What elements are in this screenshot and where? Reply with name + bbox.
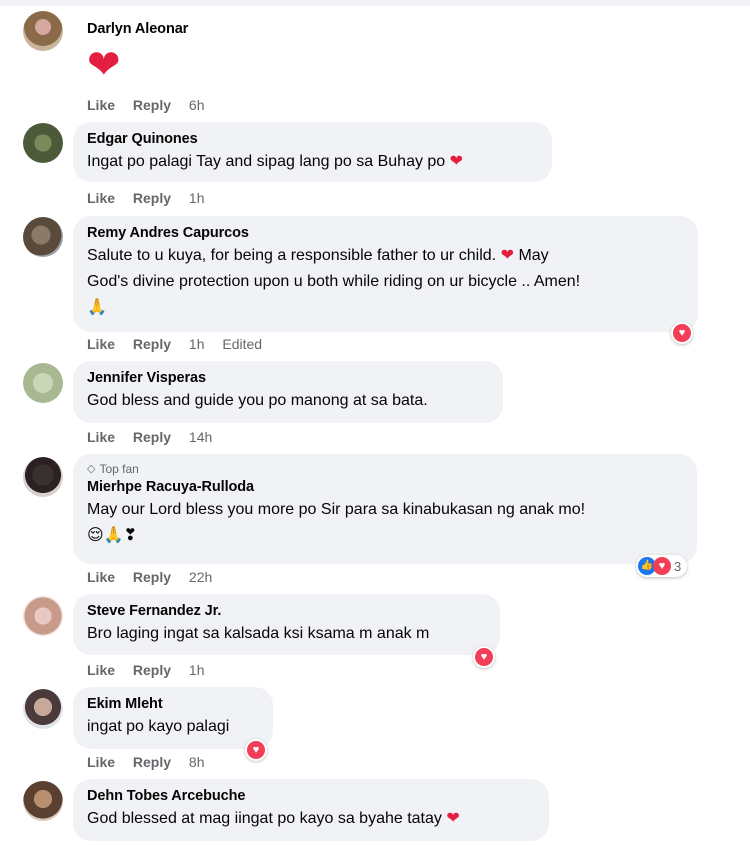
comment-bubble: Dehn Tobes Arcebuche God blessed at mag … (73, 779, 549, 841)
heart-icon: ♥ (247, 741, 265, 759)
comment-text: Salute to u kuya, for being a responsibl… (87, 247, 497, 264)
comment-time[interactable]: 6h (189, 97, 205, 113)
reply-button[interactable]: Reply (133, 662, 171, 678)
reply-button[interactable]: Reply (133, 190, 171, 206)
like-button[interactable]: Like (87, 429, 115, 445)
comment-author[interactable]: Mierhpe Racuya-Rulloda (87, 478, 683, 497)
comment-author[interactable]: Jennifer Visperas (87, 369, 489, 388)
comment-author[interactable]: Darlyn Aleonar (87, 20, 188, 39)
like-button[interactable]: Like (87, 97, 115, 113)
like-button[interactable]: Like (87, 662, 115, 678)
comment-bubble: Darlyn Aleonar ❤ (73, 12, 202, 94)
diamond-icon: ◇ (87, 463, 96, 475)
reply-button[interactable]: Reply (133, 336, 171, 352)
reaction-count: 3 (674, 558, 682, 574)
like-button[interactable]: Like (87, 336, 115, 352)
reaction-summary[interactable]: 👍 ♥ 3 (636, 555, 688, 577)
comment-actions: Like Reply 1h (87, 189, 219, 207)
avatar[interactable] (23, 11, 63, 51)
heart-icon: ♥ (475, 648, 493, 666)
heart-emoji-icon: ❤ (449, 153, 464, 170)
avatar[interactable] (23, 781, 63, 821)
comment-text: God blessed at mag iingat po kayo sa bya… (87, 810, 442, 827)
comment-author[interactable]: Remy Andres Capurcos (87, 224, 684, 243)
avatar[interactable] (23, 217, 63, 257)
comment-bubble: Steve Fernandez Jr. Bro laging ingat sa … (73, 594, 500, 655)
comment-author[interactable]: Edgar Quinones (87, 130, 538, 149)
comment-bubble: Jennifer Visperas God bless and guide yo… (73, 361, 503, 423)
comment-time[interactable]: 1h (189, 662, 205, 678)
comment-actions: Like Reply 1h (87, 661, 219, 679)
heart-icon: ♥ (653, 557, 671, 575)
avatar[interactable] (23, 123, 63, 163)
comment-actions: Like Reply 1h Edited (87, 335, 262, 353)
comment-text: May our Lord bless you more po Sir para … (87, 501, 586, 518)
heart-emoji-icon: ❤ (446, 810, 460, 827)
comment-actions: Like Reply 6h (87, 96, 219, 114)
comment-text: God bless and guide you po manong at sa … (87, 392, 428, 409)
reaction-summary[interactable]: ♥ (671, 322, 693, 344)
avatar[interactable] (23, 596, 63, 636)
heart-icon: ♥ (673, 324, 691, 342)
like-button[interactable]: Like (87, 190, 115, 206)
top-fan-badge: ◇ Top fan (87, 462, 139, 476)
comment-bubble: Remy Andres Capurcos Salute to u kuya, f… (73, 216, 698, 332)
avatar[interactable] (23, 689, 63, 729)
comment-text: God's divine protection upon u both whil… (87, 273, 581, 290)
edited-label: Edited (222, 336, 263, 352)
like-button[interactable]: Like (87, 569, 115, 585)
comment-bubble: ◇ Top fan Mierhpe Racuya-Rulloda May our… (73, 454, 697, 564)
avatar[interactable] (23, 457, 63, 497)
comment-text: Ingat po palagi Tay and sipag lang po sa… (87, 153, 446, 170)
comment-bubble: Edgar Quinones Ingat po palagi Tay and s… (73, 122, 552, 182)
like-button[interactable]: Like (87, 754, 115, 770)
reaction-summary[interactable]: ♥ (473, 646, 495, 668)
avatar[interactable] (23, 363, 63, 403)
reaction-summary[interactable]: ♥ (245, 739, 267, 761)
comment-time[interactable]: 8h (189, 754, 205, 770)
emoji-text: 😌🙏❣ (87, 527, 138, 544)
comment-time[interactable]: 1h (189, 190, 205, 206)
reply-button[interactable]: Reply (133, 429, 171, 445)
comment-text: ingat po kayo palagi (87, 718, 230, 735)
comment-author[interactable]: Ekim Mleht (87, 695, 259, 714)
reply-button[interactable]: Reply (133, 754, 171, 770)
pray-emoji-icon: 🙏 (87, 299, 107, 316)
comment-time[interactable]: 14h (189, 429, 212, 445)
comment-time[interactable]: 1h (189, 336, 205, 352)
comment-text: Bro laging ingat sa kalsada ksi ksama m … (87, 625, 430, 642)
heart-icon: ❤ (87, 43, 121, 87)
comment-author[interactable]: Dehn Tobes Arcebuche (87, 787, 535, 806)
comment-time[interactable]: 22h (189, 569, 212, 585)
comment-author[interactable]: Steve Fernandez Jr. (87, 602, 486, 621)
top-divider (0, 0, 750, 6)
comment-actions: Like Reply 8h (87, 753, 219, 771)
comment-actions: Like Reply 14h (87, 428, 226, 446)
comment-bubble: Ekim Mleht ingat po kayo palagi (73, 687, 273, 749)
reply-button[interactable]: Reply (133, 97, 171, 113)
reply-button[interactable]: Reply (133, 569, 171, 585)
comment-actions: Like Reply 22h (87, 568, 226, 586)
heart-emoji-icon: ❤ (500, 247, 514, 264)
comment-text: May (518, 247, 549, 264)
